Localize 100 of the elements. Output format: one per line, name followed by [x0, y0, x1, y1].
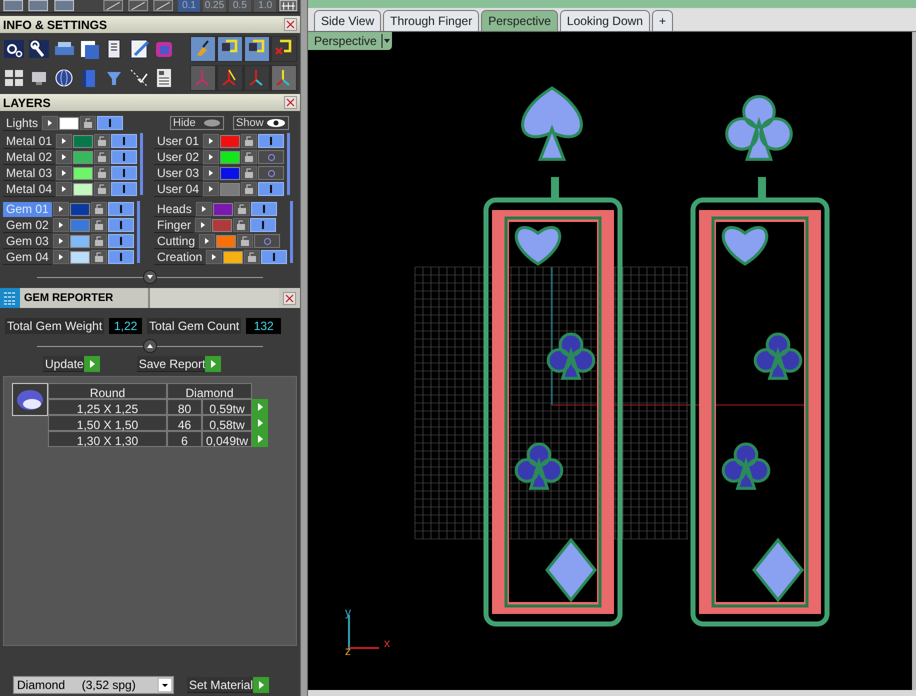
visibility-toggle[interactable]: [108, 202, 134, 216]
color-swatch[interactable]: [73, 166, 94, 180]
tripod-icon[interactable]: [218, 66, 242, 90]
padlock-icon[interactable]: [90, 234, 107, 248]
gear-icon[interactable]: [3, 38, 25, 60]
set-material-button[interactable]: Set Material: [187, 677, 270, 693]
visibility-toggle[interactable]: [258, 166, 284, 180]
color-swatch[interactable]: [73, 134, 94, 148]
play-arrow-icon[interactable]: [56, 182, 72, 196]
padlock-icon[interactable]: [90, 218, 107, 232]
layer-name[interactable]: Creation: [154, 250, 206, 264]
save-report-button[interactable]: Save Report: [136, 356, 222, 372]
layer-name[interactable]: Lights: [3, 116, 42, 130]
visibility-toggle[interactable]: [111, 134, 138, 148]
close-icon[interactable]: [283, 292, 296, 304]
visibility-toggle[interactable]: [254, 234, 280, 248]
wrench-icon[interactable]: [28, 38, 50, 60]
play-arrow-icon[interactable]: [199, 234, 216, 248]
play-arrow-icon[interactable]: [52, 202, 69, 216]
wireframe-sphere-icon[interactable]: [53, 66, 75, 88]
grid-icon[interactable]: [279, 0, 298, 12]
color-swatch[interactable]: [59, 116, 80, 130]
line-icon[interactable]: [152, 0, 175, 12]
visibility-toggle[interactable]: [108, 218, 134, 232]
visibility-toggle[interactable]: [258, 150, 284, 164]
view-tab[interactable]: Perspective: [481, 10, 558, 31]
play-arrow-icon[interactable]: [42, 116, 58, 130]
color-swatch[interactable]: [220, 166, 240, 180]
padlock-icon[interactable]: [244, 250, 260, 264]
padlock-icon[interactable]: [241, 150, 258, 164]
notepad-pencil-icon[interactable]: [128, 38, 150, 60]
padlock-icon[interactable]: [80, 116, 96, 130]
color-swatch[interactable]: [70, 234, 90, 248]
layer-name[interactable]: User 02: [154, 150, 202, 164]
layer-name[interactable]: User 03: [154, 166, 202, 180]
close-icon[interactable]: [284, 96, 297, 109]
play-arrow-icon[interactable]: [56, 150, 72, 164]
color-swatch[interactable]: [70, 250, 90, 264]
view-tab[interactable]: Looking Down: [560, 10, 650, 31]
padlock-icon[interactable]: [233, 218, 250, 232]
play-arrow-icon[interactable]: [203, 134, 220, 148]
padlock-icon[interactable]: [90, 250, 107, 264]
layer-name[interactable]: Finger: [154, 218, 194, 232]
layer-name[interactable]: User 04: [154, 182, 202, 196]
view-tab[interactable]: Side View: [314, 10, 382, 31]
padlock-icon[interactable]: [237, 234, 254, 248]
view-tab[interactable]: Through Finger: [383, 10, 480, 31]
layer-name[interactable]: Gem 04: [3, 250, 52, 264]
visibility-toggle[interactable]: [111, 182, 138, 196]
play-arrow-icon[interactable]: [196, 202, 212, 216]
play-arrow-icon[interactable]: [203, 166, 220, 180]
color-swatch[interactable]: [70, 202, 90, 216]
layer-name[interactable]: Gem 02: [3, 218, 52, 232]
play-arrow-icon[interactable]: [52, 234, 69, 248]
visibility-toggle[interactable]: [258, 134, 284, 148]
color-swatch[interactable]: [223, 250, 244, 264]
color-swatch[interactable]: [73, 150, 94, 164]
dotted-check-icon[interactable]: [128, 66, 150, 88]
line-icon[interactable]: [102, 0, 124, 12]
brush-icon[interactable]: [191, 36, 215, 60]
visibility-toggle[interactable]: [97, 116, 124, 130]
show-button[interactable]: Show: [233, 116, 289, 130]
tripod-icon[interactable]: [272, 66, 296, 90]
layer-name[interactable]: Gem 03: [3, 234, 52, 248]
loop-delete-icon[interactable]: [272, 36, 296, 60]
close-icon[interactable]: [284, 18, 297, 31]
play-arrow-icon[interactable]: [203, 182, 220, 196]
color-swatch[interactable]: [70, 218, 90, 232]
layer-name[interactable]: Metal 02: [3, 150, 56, 164]
layer-name[interactable]: Metal 04: [3, 182, 56, 196]
visibility-toggle[interactable]: [261, 250, 288, 264]
padlock-icon[interactable]: [90, 202, 107, 216]
layer-name[interactable]: User 01: [154, 134, 202, 148]
color-swatch[interactable]: [220, 182, 240, 196]
visibility-toggle[interactable]: [258, 182, 284, 196]
layer-name[interactable]: Cutting: [154, 234, 198, 248]
layer-name[interactable]: Heads: [154, 202, 195, 216]
layer-name[interactable]: Metal 01: [3, 134, 56, 148]
visibility-toggle[interactable]: [111, 150, 138, 164]
color-swatch[interactable]: [216, 234, 236, 248]
material-dropdown[interactable]: Diamond (3,52 spg): [13, 676, 174, 694]
play-arrow-icon[interactable]: [203, 150, 220, 164]
padlock-icon[interactable]: [234, 202, 250, 216]
visibility-toggle[interactable]: [111, 166, 138, 180]
padlock-icon[interactable]: [94, 166, 110, 180]
play-arrow-icon[interactable]: [52, 218, 69, 232]
padlock-icon[interactable]: [241, 166, 258, 180]
padlock-icon[interactable]: [94, 150, 110, 164]
color-swatch[interactable]: [220, 134, 240, 148]
color-swatch[interactable]: [212, 202, 233, 216]
padlock-icon[interactable]: [241, 134, 258, 148]
tripod-icon[interactable]: [245, 66, 269, 90]
color-swatch[interactable]: [212, 218, 232, 232]
visibility-toggle[interactable]: [250, 202, 277, 216]
play-arrow-icon[interactable]: [56, 134, 72, 148]
padlock-icon[interactable]: [94, 182, 110, 196]
view-tab[interactable]: +: [652, 10, 673, 31]
visibility-toggle[interactable]: [250, 218, 276, 232]
view-mode-dropdown[interactable]: Perspective: [308, 32, 392, 50]
visibility-toggle[interactable]: [108, 250, 134, 264]
